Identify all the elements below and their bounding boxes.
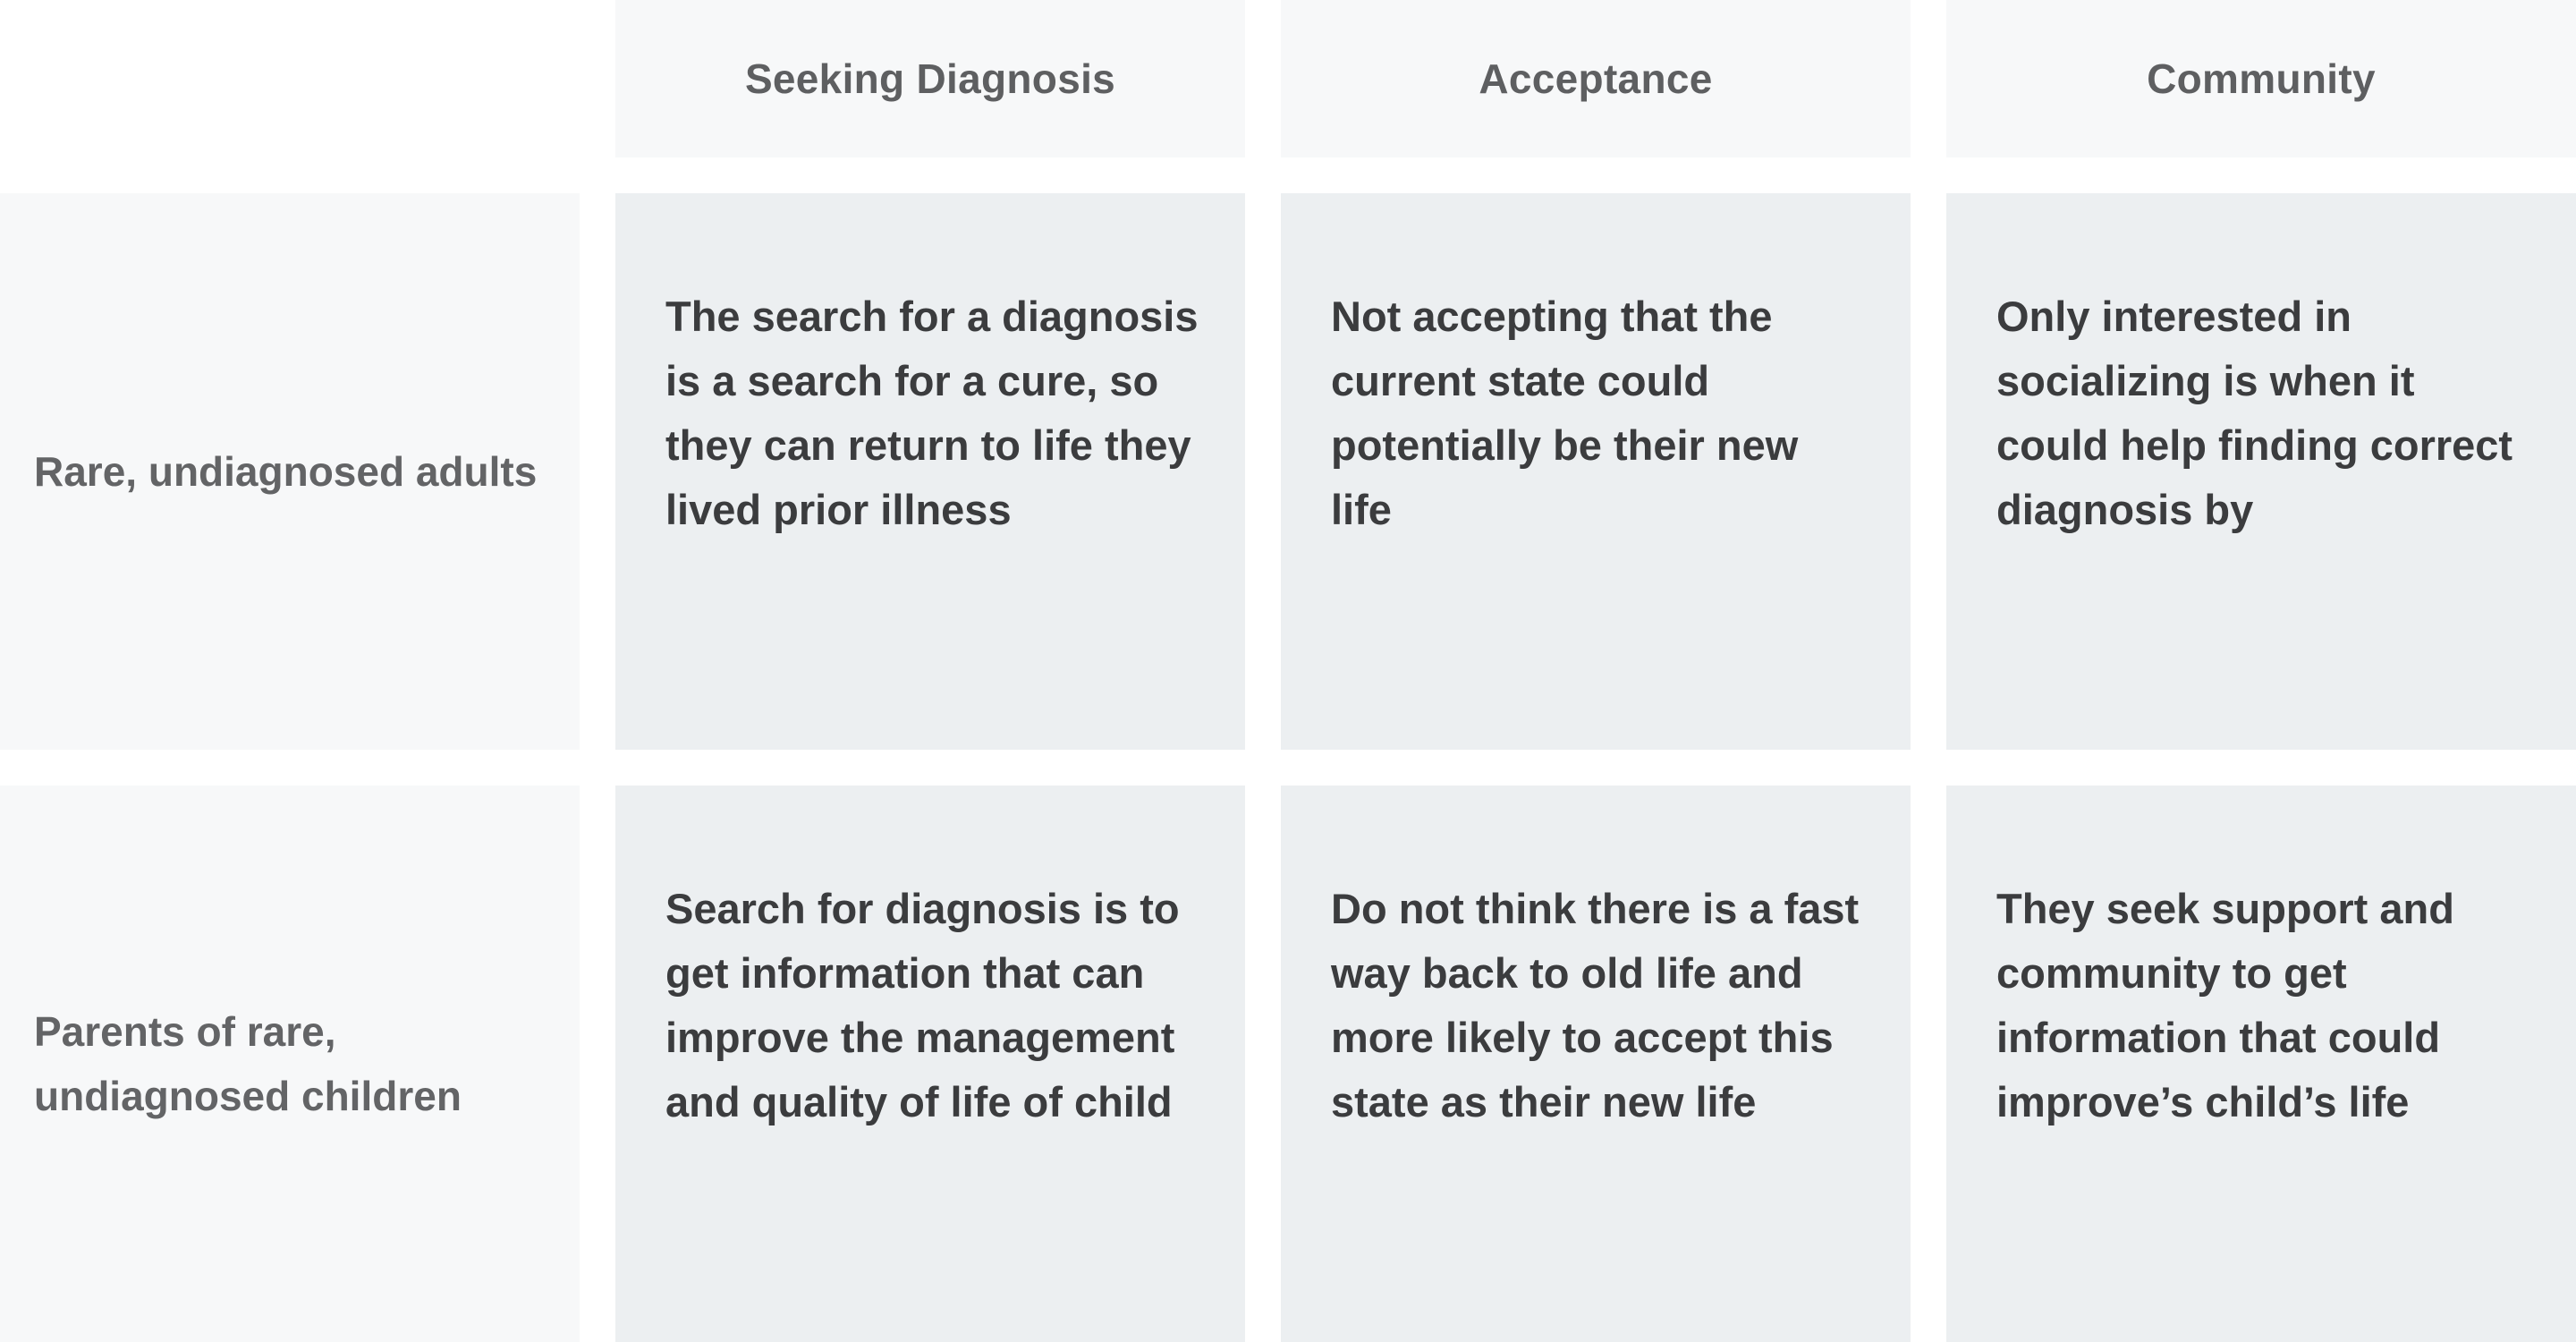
column-header-community: Community: [1946, 0, 2576, 157]
cell-parents-acceptance: Do not think there is a fast way back to…: [1281, 786, 1911, 1342]
cell-adults-seeking-diagnosis: The search for a diagnosis is a search f…: [615, 193, 1245, 750]
cell-adults-acceptance: Not accepting that the current state cou…: [1281, 193, 1911, 750]
cell-parents-seeking-diagnosis: Search for diagnosis is to get informati…: [615, 786, 1245, 1342]
column-header-seeking-diagnosis: Seeking Diagnosis: [615, 0, 1245, 157]
cell-parents-community: They seek support and community to get i…: [1946, 786, 2576, 1342]
row-label-parents: Parents of rare, undiagnosed children: [0, 786, 580, 1342]
cell-adults-community: Only interested in socializing is when i…: [1946, 193, 2576, 750]
column-header-acceptance: Acceptance: [1281, 0, 1911, 157]
row-label-adults: Rare, undiagnosed adults: [0, 193, 580, 750]
